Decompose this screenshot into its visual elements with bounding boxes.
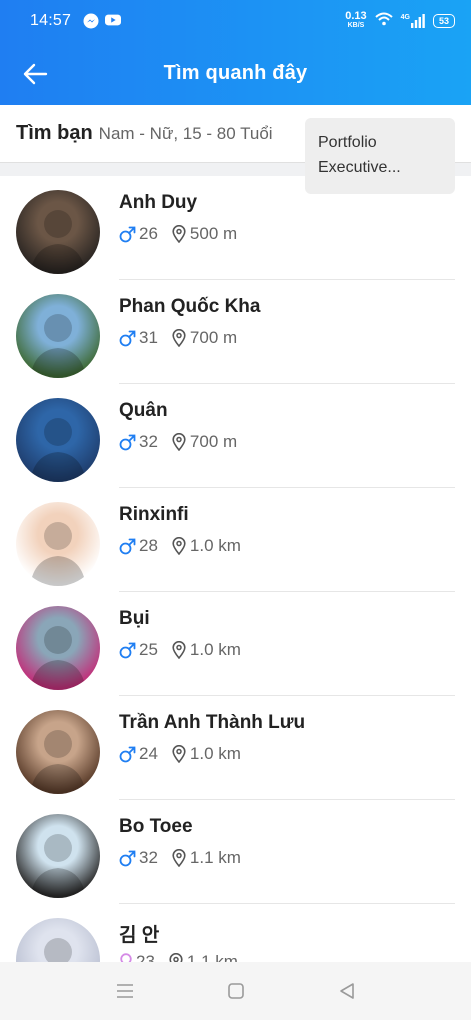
status-time: 14:57 [30, 12, 72, 29]
occupation-tag: Portfolio Executive... [305, 118, 455, 194]
list-item[interactable]: Quân 32 700 m [0, 384, 471, 488]
male-icon [119, 850, 136, 867]
avatar[interactable] [16, 710, 100, 794]
network-speed-unit: KB/S [347, 22, 365, 29]
list-item[interactable]: Rinxinfi 28 1.0 km [0, 488, 471, 592]
avatar-silhouette [30, 314, 86, 378]
list-item[interactable]: Bụi 25 1.0 km [0, 592, 471, 696]
arrow-left-icon [23, 63, 48, 85]
person-age: 28 [139, 536, 158, 555]
person-meta: 28 1.0 km [119, 536, 241, 556]
person-meta: 31 700 m [119, 328, 237, 348]
avatar[interactable] [16, 398, 100, 482]
person-name: Phan Quốc Kha [119, 296, 261, 317]
status-indicators: 0.13 KB/S 4G 53 [345, 10, 455, 31]
messenger-icon [83, 13, 99, 29]
avatar[interactable] [16, 918, 100, 962]
avatar-silhouette [30, 834, 86, 898]
location-pin-icon [172, 329, 186, 347]
avatar-silhouette [30, 210, 86, 274]
person-age: 31 [139, 328, 158, 347]
person-name: Rinxinfi [119, 504, 189, 525]
occupation-tag-line1: Portfolio [318, 134, 377, 151]
location-pin-icon [172, 433, 186, 451]
person-meta: 26 500 m [119, 224, 237, 244]
person-distance: 1.0 km [189, 536, 241, 555]
list-item[interactable]: 김 안 23 1.1 km [0, 904, 471, 962]
list-item[interactable]: Phan Quốc Kha 31 700 m [0, 280, 471, 384]
male-icon [119, 746, 136, 763]
location-pin-icon [169, 953, 183, 962]
avatar-silhouette [30, 626, 86, 690]
system-nav-bar [0, 962, 471, 1020]
location-pin-icon [172, 745, 186, 763]
people-list[interactable]: Anh Duy 26 500 m Phan Quốc Kha 31 700 m Quân 32… [0, 176, 471, 962]
person-name: Quân [119, 400, 168, 421]
avatar[interactable] [16, 814, 100, 898]
person-age: 32 [139, 848, 158, 867]
filter-description: Nam - Nữ, 15 - 80 Tuổi [98, 123, 273, 143]
person-meta: 32 700 m [119, 432, 237, 452]
avatar[interactable] [16, 502, 100, 586]
app-bar: Tìm quanh đây [0, 42, 471, 105]
male-icon [119, 330, 136, 347]
network-speed: 0.13 KB/S [345, 10, 367, 30]
person-age: 24 [139, 744, 158, 763]
person-name: 김 안 [119, 925, 160, 946]
avatar-silhouette [30, 418, 86, 482]
avatar[interactable] [16, 606, 100, 690]
avatar[interactable] [16, 294, 100, 378]
male-icon [119, 434, 136, 451]
back-triangle-icon[interactable] [335, 979, 359, 1003]
person-meta: 24 1.0 km [119, 744, 241, 764]
status-app-icons [83, 13, 122, 29]
person-distance: 1.0 km [189, 640, 241, 659]
person-distance: 1.0 km [189, 744, 241, 763]
status-bar: 14:57 0.13 KB/S 4G 53 [0, 0, 471, 42]
person-distance: 500 m [189, 224, 238, 243]
female-icon [119, 953, 133, 962]
person-meta: 25 1.0 km [119, 640, 241, 660]
location-pin-icon [172, 537, 186, 555]
person-age: 23 [136, 952, 155, 962]
home-square-icon[interactable] [224, 979, 248, 1003]
page-title: Tìm quanh đây [163, 62, 308, 84]
list-item[interactable]: Trần Anh Thành Lưu 24 1.0 km [0, 696, 471, 800]
person-name: Anh Duy [119, 192, 198, 213]
person-distance: 1.1 km [186, 952, 238, 962]
avatar-silhouette [30, 730, 86, 794]
network-type: 4G [400, 14, 410, 21]
filter-title: Tìm bạn [16, 122, 93, 144]
wifi-icon [374, 12, 393, 31]
person-name: Bụi [119, 608, 150, 629]
person-age: 25 [139, 640, 158, 659]
person-distance: 1.1 km [189, 848, 241, 867]
person-distance: 700 m [189, 328, 238, 347]
avatar[interactable] [16, 190, 100, 274]
occupation-tag-line2: Executive... [318, 159, 401, 176]
person-meta: 23 1.1 km [119, 952, 238, 962]
location-pin-icon [172, 641, 186, 659]
person-name: Bo Toee [119, 816, 193, 837]
person-distance: 700 m [189, 432, 238, 451]
cell-signal-icon: 4G [401, 14, 425, 28]
avatar-silhouette [44, 938, 72, 962]
list-item[interactable]: Bo Toee 32 1.1 km [0, 800, 471, 904]
person-name: Trần Anh Thành Lưu [119, 712, 306, 733]
male-icon [119, 226, 136, 243]
back-button[interactable] [20, 60, 50, 88]
location-pin-icon [172, 849, 186, 867]
male-icon [119, 642, 136, 659]
person-age: 26 [139, 224, 158, 243]
youtube-icon [105, 13, 122, 29]
person-age: 32 [139, 432, 158, 451]
person-meta: 32 1.1 km [119, 848, 241, 868]
battery-indicator: 53 [433, 14, 455, 28]
network-speed-value: 0.13 [345, 10, 367, 22]
location-pin-icon [172, 225, 186, 243]
male-icon [119, 538, 136, 555]
avatar-silhouette [30, 522, 86, 586]
menu-icon[interactable] [113, 979, 137, 1003]
